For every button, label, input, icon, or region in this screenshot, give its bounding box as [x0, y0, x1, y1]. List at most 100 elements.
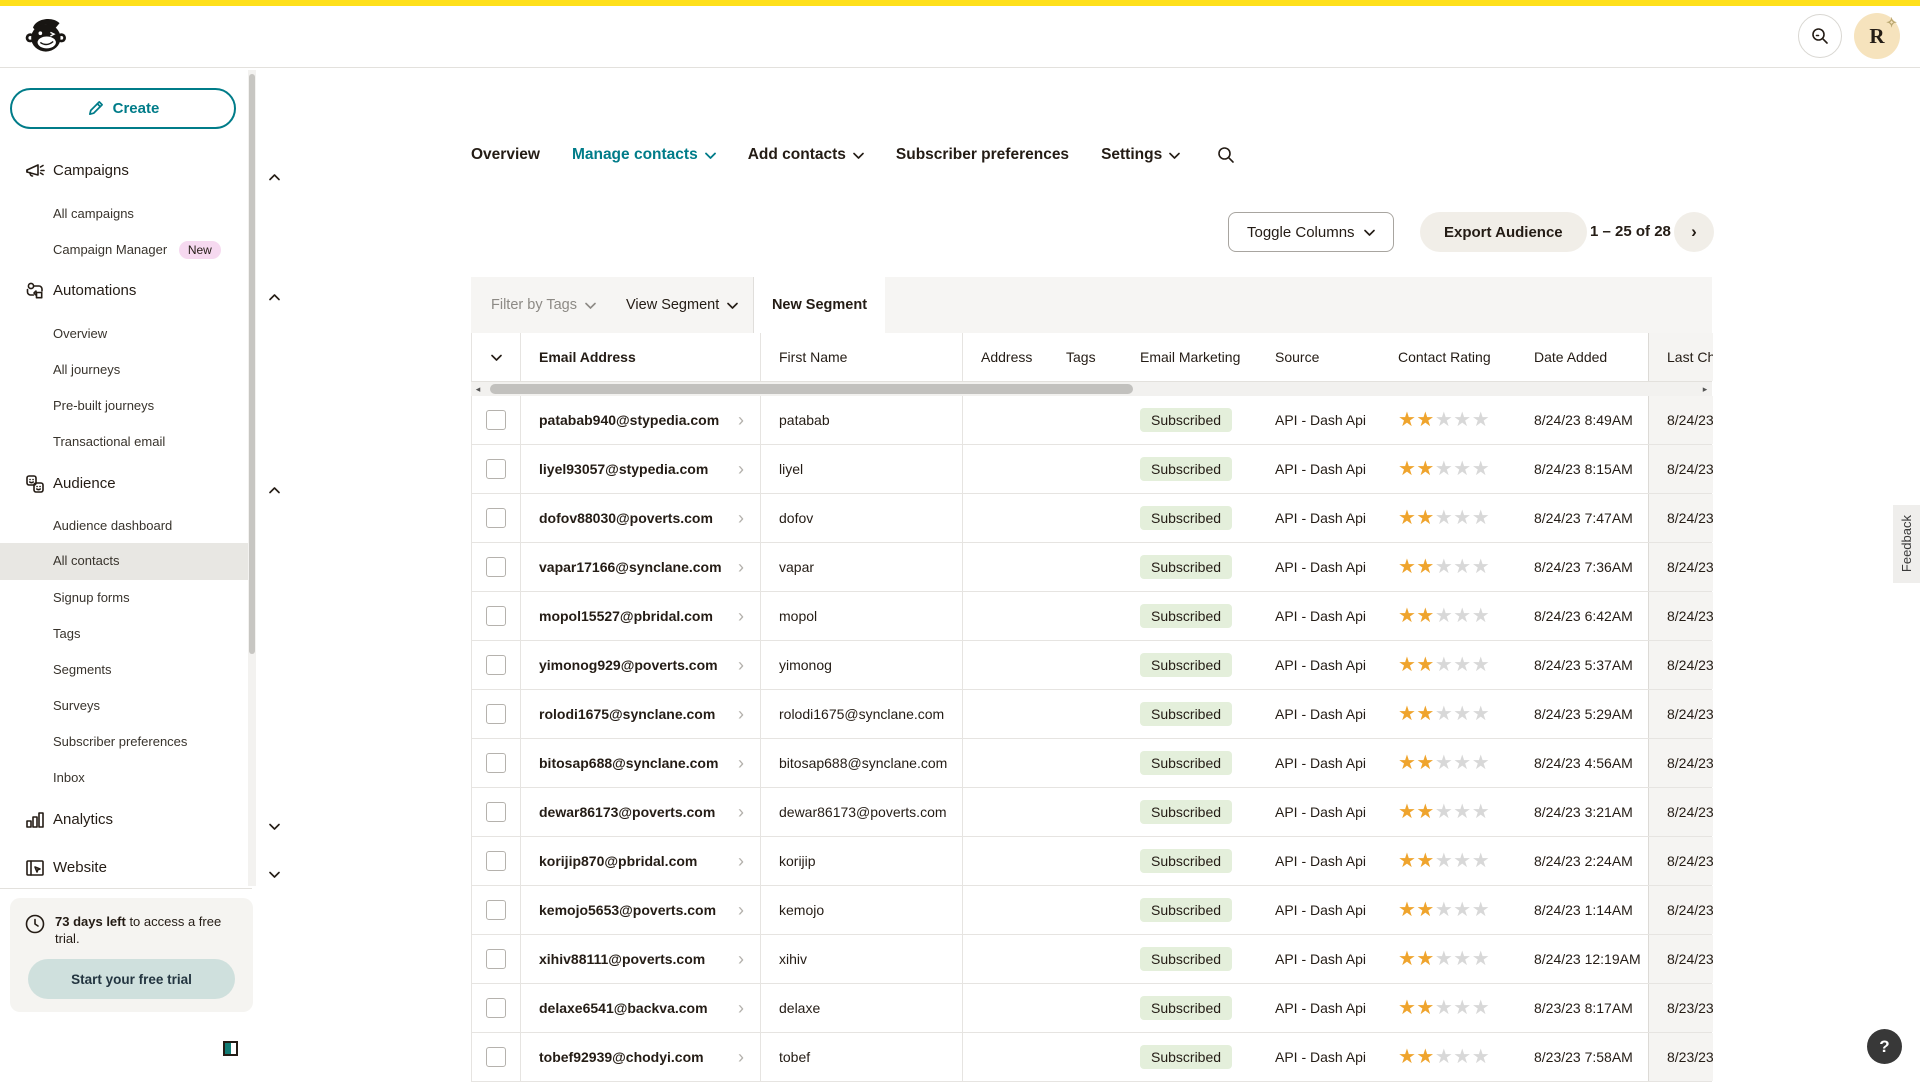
sidebar-section-audience[interactable]: Audience	[53, 471, 116, 497]
row-checkbox[interactable]	[486, 851, 506, 871]
email-cell[interactable]: dewar86173@poverts.com›	[521, 788, 761, 836]
chevron-up-icon	[269, 477, 280, 503]
tab-subscriber-preferences[interactable]: Subscriber preferences	[896, 146, 1069, 164]
row-checkbox[interactable]	[486, 704, 506, 724]
global-search-button[interactable]	[1798, 14, 1842, 58]
tab-overview[interactable]: Overview	[471, 146, 540, 164]
contact-rating-cell: ★★★★★	[1380, 886, 1516, 934]
sidebar-item-all-journeys[interactable]: All journeys	[53, 357, 120, 383]
row-checkbox[interactable]	[486, 949, 506, 969]
col-last-changed[interactable]: Last Changed	[1648, 333, 1713, 381]
table-horizontal-scrollbar[interactable]: ◂ ▸	[471, 382, 1712, 396]
row-checkbox[interactable]	[486, 1047, 506, 1067]
email-cell[interactable]: delaxe6541@backva.com›	[521, 984, 761, 1032]
feedback-tab[interactable]: Feedback	[1893, 505, 1920, 583]
email-cell[interactable]: kemojo5653@poverts.com›	[521, 886, 761, 934]
new-segment-button[interactable]: New Segment	[753, 277, 885, 333]
row-checkbox-cell	[472, 935, 521, 983]
email-cell[interactable]: tobef92939@chodyi.com›	[521, 1033, 761, 1081]
email-cell[interactable]: xihiv88111@poverts.com›	[521, 935, 761, 983]
toggle-columns-button[interactable]: Toggle Columns	[1228, 212, 1394, 252]
sidebar-item-transactional-email[interactable]: Transactional email	[53, 429, 165, 455]
sidebar-item-segments[interactable]: Segments	[53, 657, 112, 683]
last-changed-cell: 8/24/23	[1648, 690, 1713, 738]
tab-manage-contacts[interactable]: Manage contacts	[572, 146, 716, 164]
email-cell[interactable]: liyel93057@stypedia.com›	[521, 445, 761, 493]
chevron-right-icon: ›	[738, 935, 744, 983]
scroll-right-arrow-icon[interactable]: ▸	[1698, 382, 1712, 396]
sidebar-item-all-contacts[interactable]: All contacts	[53, 548, 119, 574]
row-checkbox[interactable]	[486, 459, 506, 479]
chevron-right-icon: ›	[738, 543, 744, 591]
source-cell: API - Dash Api	[1257, 592, 1380, 640]
export-audience-button[interactable]: Export Audience	[1420, 212, 1587, 252]
email-cell[interactable]: yimonog929@poverts.com›	[521, 641, 761, 689]
email-marketing-cell: Subscribed	[1122, 788, 1257, 836]
row-checkbox[interactable]	[486, 998, 506, 1018]
avatar[interactable]: ✧ R	[1854, 13, 1900, 59]
scrollbar-thumb[interactable]	[490, 384, 1133, 394]
row-checkbox[interactable]	[486, 410, 506, 430]
row-checkbox[interactable]	[486, 508, 506, 528]
row-checkbox[interactable]	[486, 655, 506, 675]
col-contact-rating[interactable]: Contact Rating	[1380, 333, 1516, 381]
sidebar-section-website[interactable]: Website	[53, 855, 107, 881]
col-tags[interactable]: Tags	[1048, 333, 1122, 381]
col-first-name[interactable]: First Name	[761, 333, 963, 381]
email-cell[interactable]: korijip870@pbridal.com›	[521, 837, 761, 885]
address-cell	[963, 592, 1048, 640]
sidebar-scrollbar-thumb[interactable]	[249, 74, 255, 654]
filter-by-tags-dropdown[interactable]: Filter by Tags	[491, 277, 596, 333]
sidebar-item-tags[interactable]: Tags	[53, 621, 80, 647]
address-cell	[963, 396, 1048, 444]
email-cell[interactable]: rolodi1675@synclane.com›	[521, 690, 761, 738]
tab-add-contacts[interactable]: Add contacts	[748, 146, 864, 164]
sidebar-item-automations-overview[interactable]: Overview	[53, 321, 107, 347]
col-source[interactable]: Source	[1257, 333, 1380, 381]
row-checkbox[interactable]	[486, 900, 506, 920]
contacts-search-button[interactable]	[1216, 145, 1236, 165]
email-cell[interactable]: mopol15527@pbridal.com›	[521, 592, 761, 640]
create-button[interactable]: Create	[10, 88, 236, 129]
mailchimp-logo-icon[interactable]	[22, 14, 66, 58]
empty-stars: ★★★	[1435, 703, 1490, 725]
col-date-added[interactable]: Date Added	[1516, 333, 1648, 381]
row-checkbox[interactable]	[486, 557, 506, 577]
email-cell[interactable]: bitosap688@synclane.com›	[521, 739, 761, 787]
sidebar-item-inbox[interactable]: Inbox	[53, 765, 85, 791]
panel-toggle-icon[interactable]	[223, 1041, 238, 1056]
help-button[interactable]: ?	[1867, 1029, 1902, 1064]
col-address[interactable]: Address	[963, 333, 1048, 381]
sidebar-item-prebuilt-journeys[interactable]: Pre-built journeys	[53, 393, 154, 419]
sidebar-section-automations[interactable]: Automations	[53, 278, 136, 304]
sidebar-item-all-campaigns[interactable]: All campaigns	[53, 201, 134, 227]
chevron-right-icon: ›	[738, 1033, 744, 1081]
sidebar-item-subscriber-preferences[interactable]: Subscriber preferences	[53, 729, 187, 755]
pagination-next-button[interactable]: ›	[1674, 212, 1714, 252]
sidebar-item-surveys[interactable]: Surveys	[53, 693, 100, 719]
sidebar-section-analytics[interactable]: Analytics	[53, 807, 113, 833]
view-segment-dropdown[interactable]: View Segment	[626, 277, 738, 333]
row-checkbox[interactable]	[486, 802, 506, 822]
sidebar-item-signup-forms[interactable]: Signup forms	[53, 585, 130, 611]
scroll-left-arrow-icon[interactable]: ◂	[471, 382, 485, 396]
select-all-dropdown[interactable]	[472, 333, 521, 381]
email-marketing-cell: Subscribed	[1122, 690, 1257, 738]
row-checkbox[interactable]	[486, 753, 506, 773]
tab-settings[interactable]: Settings	[1101, 146, 1180, 164]
start-free-trial-button[interactable]: Start your free trial	[28, 959, 235, 999]
address-cell	[963, 690, 1048, 738]
tags-cell	[1048, 1033, 1122, 1081]
contact-rating-cell: ★★★★★	[1380, 935, 1516, 983]
col-email-address[interactable]: Email Address	[521, 333, 761, 381]
email-cell[interactable]: patabab940@stypedia.com›	[521, 396, 761, 444]
col-email-marketing[interactable]: Email Marketing	[1122, 333, 1257, 381]
sidebar-item-audience-dashboard[interactable]: Audience dashboard	[53, 513, 172, 539]
email-cell[interactable]: vapar17166@synclane.com›	[521, 543, 761, 591]
first-name-cell: liyel	[761, 445, 963, 493]
sidebar-item-campaign-manager[interactable]: Campaign Manager New	[53, 237, 221, 263]
last-changed-cell: 8/24/23	[1648, 935, 1713, 983]
email-cell[interactable]: dofov88030@poverts.com›	[521, 494, 761, 542]
row-checkbox[interactable]	[486, 606, 506, 626]
sidebar-section-campaigns[interactable]: Campaigns	[53, 158, 129, 184]
